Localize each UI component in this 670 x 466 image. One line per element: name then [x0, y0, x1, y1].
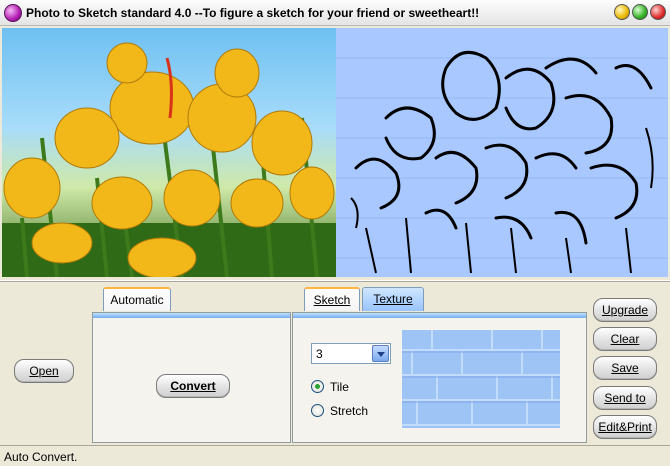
tab-automatic[interactable]: Automatic: [103, 287, 171, 311]
status-bar: Auto Convert.: [0, 445, 670, 466]
chevron-down-icon[interactable]: [372, 345, 389, 362]
minimize-button[interactable]: [614, 4, 630, 20]
status-text: Auto Convert.: [4, 450, 78, 464]
panel-divider: [0, 280, 670, 282]
sketch-level-value: 3: [316, 347, 323, 361]
maximize-button[interactable]: [632, 4, 648, 20]
close-button[interactable]: [650, 4, 666, 20]
original-photo: [2, 28, 336, 277]
tab-texture[interactable]: Texture: [362, 287, 424, 311]
sketch-preview: [336, 28, 668, 277]
app-icon: [4, 4, 22, 22]
open-button[interactable]: Open: [14, 359, 74, 383]
stretch-radio[interactable]: [311, 404, 324, 417]
convert-button[interactable]: Convert: [156, 374, 230, 398]
title-bar: Photo to Sketch standard 4.0 --To figure…: [0, 0, 670, 26]
tile-radio[interactable]: [311, 380, 324, 393]
texture-preview: [402, 330, 560, 428]
clear-button[interactable]: Clear: [593, 327, 657, 351]
save-button[interactable]: Save: [593, 356, 657, 380]
stretch-radio-label: Stretch: [330, 404, 369, 418]
window-title: Photo to Sketch standard 4.0 --To figure…: [26, 6, 480, 20]
upgrade-button[interactable]: Upgrade: [593, 298, 657, 322]
send-to-button[interactable]: Send to: [593, 386, 657, 410]
sketch-level-select[interactable]: 3: [311, 343, 391, 364]
edit-print-button[interactable]: Edit&Print: [593, 415, 657, 439]
tile-radio-label: Tile: [330, 380, 349, 394]
tab-sketch[interactable]: Sketch: [304, 287, 360, 311]
